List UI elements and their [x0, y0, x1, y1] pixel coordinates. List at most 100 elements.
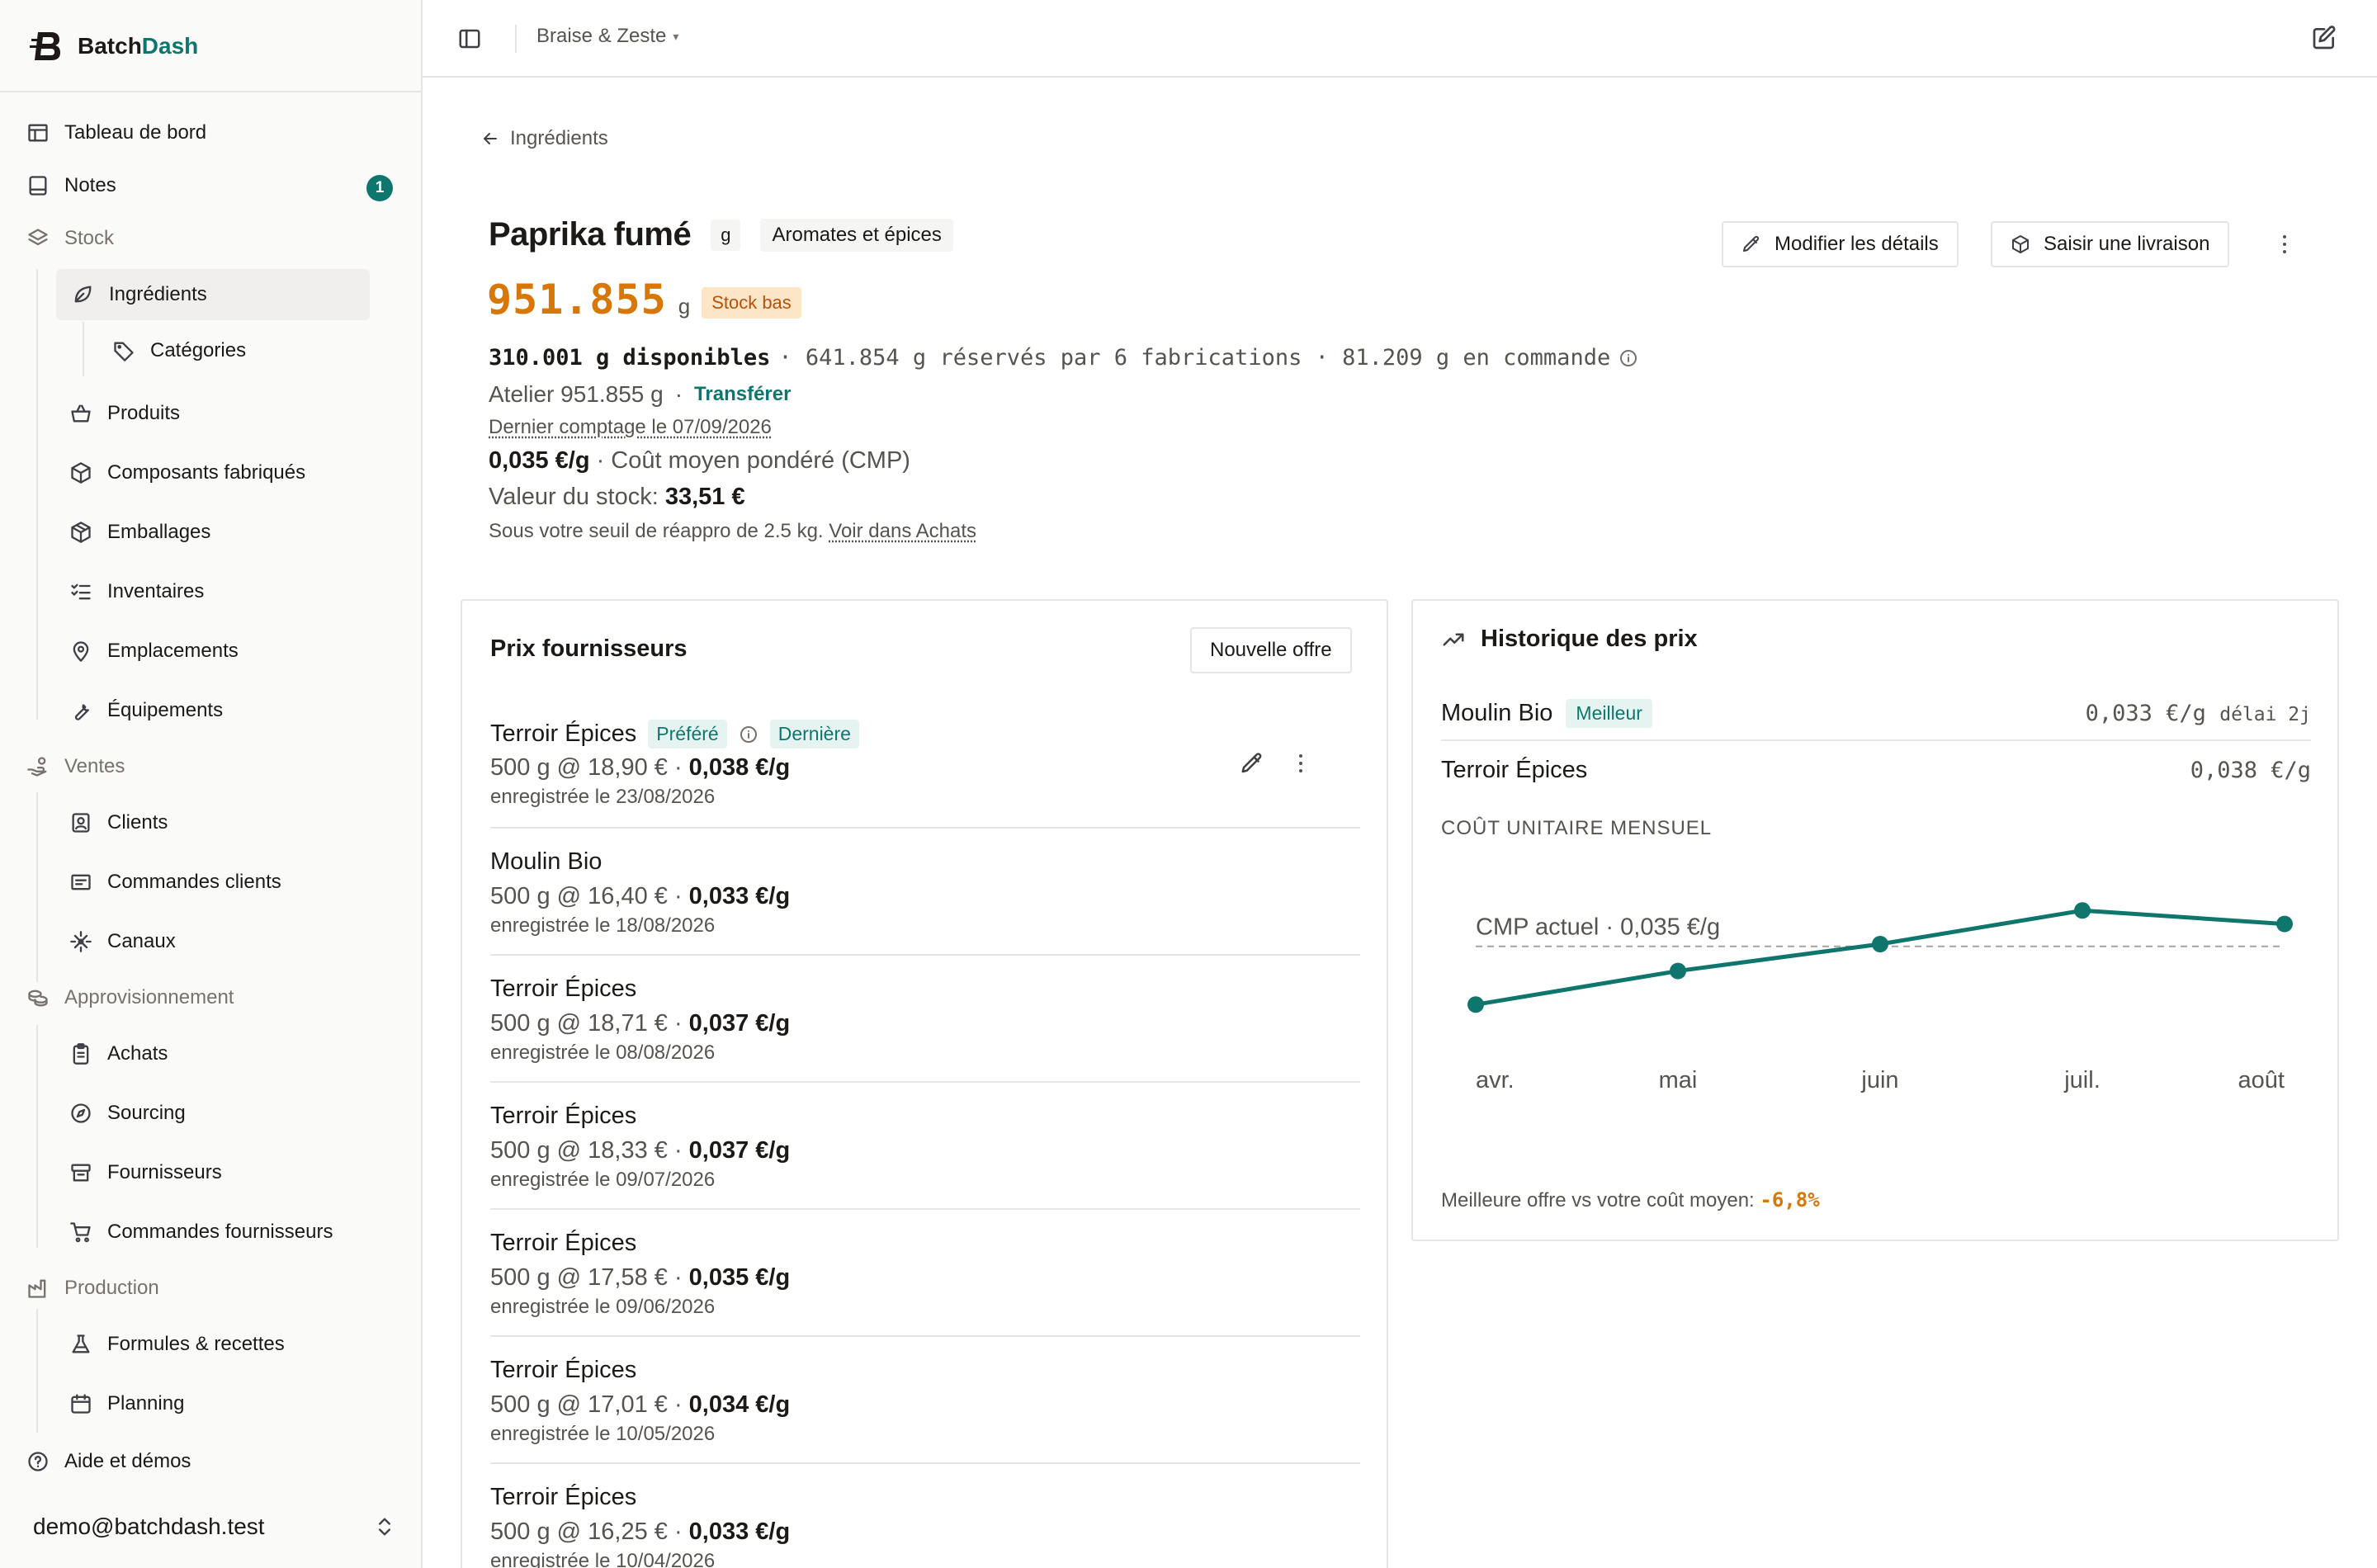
flask-icon [72, 1334, 90, 1353]
sidebar-item-dashboard[interactable]: Tableau de bord [26, 107, 206, 158]
caret-down-icon: ▾ [673, 29, 679, 43]
contact-icon [72, 813, 90, 833]
workspace-switcher[interactable]: Braise & Zeste ▾ [536, 25, 678, 48]
sidebar-item-customer-orders[interactable]: Commandes clients [69, 857, 281, 908]
offer-unit-price: 0,033 €/g [688, 883, 791, 909]
sidebar-item-inventories[interactable]: Inventaires [69, 566, 204, 617]
back-link[interactable]: Ingrédients [480, 127, 608, 150]
offer-more-icon[interactable] [1292, 749, 1309, 777]
sidebar-section-sales[interactable]: Ventes [26, 741, 125, 792]
stock-quantity: 951.855 [487, 276, 667, 324]
leaf-icon [74, 286, 92, 303]
shopping-basket-icon [71, 404, 91, 423]
sidebar-section-production[interactable]: Production [26, 1263, 159, 1314]
offer-date: enregistrée le 08/08/2026 [490, 1041, 716, 1064]
sidebar-item-clients[interactable]: Clients [69, 797, 168, 848]
brand-name: BatchDash [78, 33, 199, 59]
edit-offer-icon[interactable] [1240, 751, 1264, 776]
sidebar-item-purchases[interactable]: Achats [69, 1028, 168, 1079]
x-tick-label: juin [1860, 1067, 1898, 1093]
offer-row[interactable]: Moulin Bio 500 g @ 16,40 € · 0,033 €/g e… [490, 829, 1360, 956]
offer-supplier: Terroir Épices [490, 1103, 637, 1129]
offer-date: enregistrée le 18/08/2026 [490, 914, 716, 937]
availability-line: 310.001 g disponibles · 641.854 g réserv… [489, 345, 1638, 371]
sidebar-item-manufactured-components[interactable]: Composants fabriqués [69, 447, 305, 498]
available-quantity: 310.001 g disponibles [489, 345, 771, 371]
offer-supplier: Terroir Épices [490, 1357, 637, 1383]
sidebar-item-channels[interactable]: Canaux [69, 916, 176, 967]
compose-icon[interactable] [2311, 25, 2337, 51]
offer-price: 500 g @ 17,01 € · [490, 1391, 683, 1418]
offer-supplier: Terroir Épices [490, 1230, 637, 1256]
pencil-icon [1743, 235, 1760, 252]
offer-supplier: Terroir Épices [490, 720, 637, 747]
sidebar-item-packaging[interactable]: Emballages [69, 507, 210, 558]
stock-unit: g [678, 294, 691, 319]
shopping-cart-icon [70, 1222, 91, 1243]
offer-date: enregistrée le 09/07/2026 [490, 1169, 716, 1191]
offer-row[interactable]: Terroir Épices 500 g @ 17,01 € · 0,034 €… [490, 1337, 1360, 1464]
x-tick-label: mai [1659, 1067, 1698, 1093]
sidebar-item-help[interactable]: Aide et démos [26, 1436, 191, 1487]
history-lead-time: délai 2j [2219, 703, 2311, 725]
sidebar-item-suppliers[interactable]: Fournisseurs [69, 1147, 222, 1198]
offer-unit-price: 0,034 €/g [688, 1391, 791, 1418]
offer-unit-price: 0,038 €/g [688, 754, 791, 781]
hand-coins-icon [27, 757, 47, 777]
sidebar-item-planning[interactable]: Planning [69, 1378, 184, 1429]
offer-row[interactable]: Terroir Épices 500 g @ 18,33 € · 0,037 €… [490, 1083, 1360, 1210]
offer-row[interactable]: Terroir Épices 500 g @ 16,25 € · 0,033 €… [490, 1464, 1360, 1568]
wrench-icon [74, 704, 89, 720]
record-delivery-button[interactable]: Saisir une livraison [1991, 221, 2230, 267]
list-checks-icon [71, 583, 91, 600]
data-point[interactable] [1872, 936, 1888, 952]
view-purchases-link[interactable]: Voir dans Achats [829, 520, 976, 542]
trending-up-icon [1443, 633, 1464, 645]
sidebar-section-stock[interactable]: Stock [26, 213, 114, 264]
sidebar-item-recipes[interactable]: Formules & recettes [69, 1319, 285, 1370]
offer-date: enregistrée le 10/04/2026 [490, 1550, 716, 1568]
brand-logo[interactable]: BatchDash [30, 26, 198, 66]
layers-icon [28, 229, 48, 246]
edit-details-button[interactable]: Modifier les détails [1722, 221, 1959, 267]
offer-row[interactable]: Terroir Épices Préféré Dernière 500 g @ … [490, 700, 1360, 829]
calendar-icon [71, 1394, 91, 1414]
offer-row[interactable]: Terroir Épices 500 g @ 17,58 € · 0,035 €… [490, 1210, 1360, 1337]
offer-price: 500 g @ 16,25 € · [490, 1518, 683, 1545]
sidebar-item-sourcing[interactable]: Sourcing [69, 1088, 186, 1139]
store-icon [71, 1164, 91, 1182]
best-tag: Meilleur [1566, 698, 1652, 728]
best-offer-delta: -6,8% [1760, 1188, 1820, 1211]
sidebar-section-procurement[interactable]: Approvisionnement [26, 972, 234, 1023]
location-line: Atelier 951.855 g · Transférer [489, 381, 792, 407]
offer-date: enregistrée le 10/05/2026 [490, 1423, 716, 1445]
info-icon[interactable] [1619, 348, 1638, 368]
sidebar-item-locations[interactable]: Emplacements [69, 626, 239, 677]
user-menu[interactable]: demo@batchdash.test [33, 1502, 396, 1551]
sidebar-item-equipment[interactable]: Équipements [69, 685, 223, 736]
category-tag: Aromates et épices [760, 218, 953, 252]
stock-value-line: Valeur du stock: 33,51 € [489, 484, 745, 511]
sidebar-item-products[interactable]: Produits [69, 388, 180, 439]
new-offer-button[interactable]: Nouvelle offre [1190, 627, 1352, 673]
data-point[interactable] [2276, 915, 2293, 933]
sidebar-item-notes[interactable]: Notes [26, 160, 116, 211]
more-actions-icon[interactable] [2275, 228, 2294, 261]
info-icon[interactable] [739, 725, 758, 744]
sidebar-item-ingredients[interactable]: Ingrédients [56, 269, 370, 320]
data-point[interactable] [1467, 996, 1484, 1013]
data-point[interactable] [1670, 962, 1686, 980]
history-row-best[interactable]: Moulin Bio Meilleur 0,033 €/g délai 2j [1441, 687, 2311, 741]
cmp-line: 0,035 €/g · Coût moyen pondéré (CMP) [489, 447, 910, 475]
sidebar-toggle-icon[interactable] [457, 26, 482, 51]
sidebar-item-categories[interactable]: Catégories [112, 325, 246, 376]
offer-row[interactable]: Terroir Épices 500 g @ 18,71 € · 0,037 €… [490, 956, 1360, 1083]
stock-summary: 951.855 g Stock bas [487, 276, 801, 324]
history-row[interactable]: Terroir Épices 0,038 €/g [1441, 743, 2311, 797]
transfer-link[interactable]: Transférer [694, 383, 791, 406]
last-count[interactable]: Dernier comptage le 07/09/2026 [489, 416, 772, 439]
offer-price: 500 g @ 17,58 € · [490, 1264, 683, 1291]
sidebar-item-supplier-orders[interactable]: Commandes fournisseurs [69, 1207, 333, 1258]
top-bar: Braise & Zeste ▾ [423, 0, 2377, 78]
data-point[interactable] [2074, 902, 2091, 919]
